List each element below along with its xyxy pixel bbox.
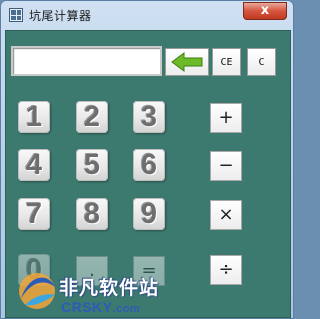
- watermark-brand: 非凡软件站: [59, 277, 160, 299]
- display-field[interactable]: [11, 46, 162, 76]
- multiply-button[interactable]: ×: [210, 200, 242, 230]
- digit-4-button[interactable]: 4: [18, 149, 50, 181]
- arrow-left-icon: [171, 52, 203, 72]
- divide-button[interactable]: ÷: [210, 255, 242, 285]
- digit-5-button[interactable]: 5: [76, 149, 108, 181]
- clear-button[interactable]: C: [247, 48, 276, 76]
- digit-9-button[interactable]: 9: [133, 198, 165, 230]
- watermark-site: CRSKY.com: [61, 299, 140, 315]
- window-title: 坑尾计算器: [29, 9, 92, 23]
- clear-entry-button[interactable]: CE: [212, 48, 241, 76]
- title-bar[interactable]: 坑尾计算器 x: [1, 1, 293, 29]
- subtract-button[interactable]: −: [210, 151, 242, 181]
- calculator-window: 坑尾计算器 x CE C 1 2 3 + 4 5 6 − 7 8 9 × 0 .…: [0, 0, 294, 319]
- digit-3-button[interactable]: 3: [133, 101, 165, 133]
- digit-8-button[interactable]: 8: [76, 198, 108, 230]
- watermark: 非凡软件站 CRSKY.com: [15, 269, 165, 319]
- watermark-tld: .com: [112, 303, 141, 315]
- backspace-button[interactable]: [165, 48, 209, 76]
- watermark-site-name: CRSKY: [61, 299, 113, 315]
- crsky-logo-icon: [19, 273, 55, 309]
- calculator-app-icon: [9, 8, 23, 22]
- digit-2-button[interactable]: 2: [76, 101, 108, 133]
- digit-1-button[interactable]: 1: [18, 101, 50, 133]
- digit-6-button[interactable]: 6: [133, 149, 165, 181]
- add-button[interactable]: +: [210, 103, 242, 133]
- digit-7-button[interactable]: 7: [18, 198, 50, 230]
- close-button[interactable]: x: [243, 2, 287, 20]
